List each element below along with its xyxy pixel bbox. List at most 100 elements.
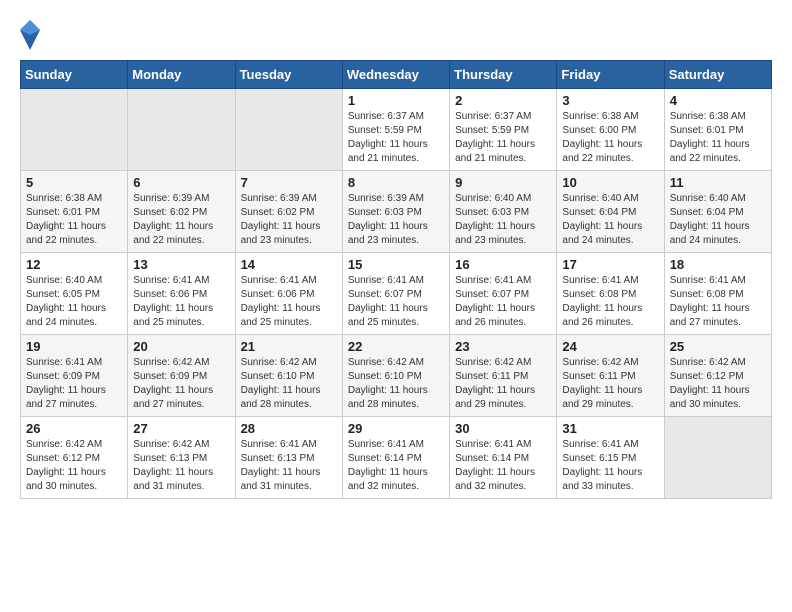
day-number: 13 xyxy=(133,257,229,272)
day-info: Sunrise: 6:42 AM Sunset: 6:12 PM Dayligh… xyxy=(26,438,122,494)
day-info: Sunrise: 6:41 AM Sunset: 6:08 PM Dayligh… xyxy=(670,274,766,330)
day-info: Sunrise: 6:39 AM Sunset: 6:03 PM Dayligh… xyxy=(348,192,444,248)
day-number: 15 xyxy=(348,257,444,272)
calendar-cell: 11 Sunrise: 6:40 AM Sunset: 6:04 PM Dayli… xyxy=(664,171,771,253)
day-number: 7 xyxy=(241,175,337,190)
day-info: Sunrise: 6:40 AM Sunset: 6:04 PM Dayligh… xyxy=(562,192,658,248)
calendar-cell: 26 Sunrise: 6:42 AM Sunset: 6:12 PM Dayli… xyxy=(21,417,128,499)
day-info: Sunrise: 6:40 AM Sunset: 6:04 PM Dayligh… xyxy=(670,192,766,248)
day-number: 2 xyxy=(455,93,551,108)
calendar-cell xyxy=(21,89,128,171)
calendar-cell: 7Sunrise: 6:39 AM Sunset: 6:02 PM Daylig… xyxy=(235,171,342,253)
weekday-header-friday: Friday xyxy=(557,61,664,89)
day-number: 12 xyxy=(26,257,122,272)
day-info: Sunrise: 6:42 AM Sunset: 6:12 PM Dayligh… xyxy=(670,356,766,412)
day-info: Sunrise: 6:41 AM Sunset: 6:15 PM Dayligh… xyxy=(562,438,658,494)
calendar-cell: 13 Sunrise: 6:41 AM Sunset: 6:06 PM Dayli… xyxy=(128,253,235,335)
calendar-cell: 27 Sunrise: 6:42 AM Sunset: 6:13 PM Dayli… xyxy=(128,417,235,499)
day-number: 19 xyxy=(26,339,122,354)
day-number: 4 xyxy=(670,93,766,108)
day-info: Sunrise: 6:40 AM Sunset: 6:05 PM Dayligh… xyxy=(26,274,122,330)
week-row-1: 5Sunrise: 6:38 AM Sunset: 6:01 PM Daylig… xyxy=(21,171,772,253)
week-row-0: 1 Sunrise: 6:37 AM Sunset: 5:59 PM Daylig… xyxy=(21,89,772,171)
day-info: Sunrise: 6:41 AM Sunset: 6:14 PM Dayligh… xyxy=(455,438,551,494)
day-info: Sunrise: 6:42 AM Sunset: 6:11 PM Dayligh… xyxy=(455,356,551,412)
calendar-cell: 22 Sunrise: 6:42 AM Sunset: 6:10 PM Dayli… xyxy=(342,335,449,417)
day-number: 30 xyxy=(455,421,551,436)
day-info: Sunrise: 6:41 AM Sunset: 6:08 PM Dayligh… xyxy=(562,274,658,330)
calendar-cell: 2 Sunrise: 6:37 AM Sunset: 5:59 PM Daylig… xyxy=(450,89,557,171)
calendar-cell: 17 Sunrise: 6:41 AM Sunset: 6:08 PM Dayli… xyxy=(557,253,664,335)
day-info: Sunrise: 6:42 AM Sunset: 6:11 PM Dayligh… xyxy=(562,356,658,412)
day-number: 21 xyxy=(241,339,337,354)
calendar-cell: 15 Sunrise: 6:41 AM Sunset: 6:07 PM Dayli… xyxy=(342,253,449,335)
day-info: Sunrise: 6:38 AM Sunset: 6:00 PM Dayligh… xyxy=(562,110,658,166)
weekday-header-thursday: Thursday xyxy=(450,61,557,89)
day-info: Sunrise: 6:42 AM Sunset: 6:10 PM Dayligh… xyxy=(348,356,444,412)
calendar-cell xyxy=(664,417,771,499)
day-number: 18 xyxy=(670,257,766,272)
day-number: 28 xyxy=(241,421,337,436)
calendar-cell: 24 Sunrise: 6:42 AM Sunset: 6:11 PM Dayli… xyxy=(557,335,664,417)
day-number: 17 xyxy=(562,257,658,272)
calendar-cell: 6 Sunrise: 6:39 AM Sunset: 6:02 PM Daylig… xyxy=(128,171,235,253)
calendar-cell: 19Sunrise: 6:41 AM Sunset: 6:09 PM Dayli… xyxy=(21,335,128,417)
calendar-cell: 5Sunrise: 6:38 AM Sunset: 6:01 PM Daylig… xyxy=(21,171,128,253)
logo xyxy=(20,20,42,50)
calendar-cell: 29 Sunrise: 6:41 AM Sunset: 6:14 PM Dayli… xyxy=(342,417,449,499)
weekday-header-sunday: Sunday xyxy=(21,61,128,89)
calendar-cell: 9 Sunrise: 6:40 AM Sunset: 6:03 PM Daylig… xyxy=(450,171,557,253)
day-number: 14 xyxy=(241,257,337,272)
calendar-cell: 14 Sunrise: 6:41 AM Sunset: 6:06 PM Dayli… xyxy=(235,253,342,335)
day-number: 9 xyxy=(455,175,551,190)
day-number: 11 xyxy=(670,175,766,190)
calendar-cell: 28 Sunrise: 6:41 AM Sunset: 6:13 PM Dayli… xyxy=(235,417,342,499)
calendar-cell: 8 Sunrise: 6:39 AM Sunset: 6:03 PM Daylig… xyxy=(342,171,449,253)
day-number: 23 xyxy=(455,339,551,354)
weekday-header-tuesday: Tuesday xyxy=(235,61,342,89)
calendar-cell: 25Sunrise: 6:42 AM Sunset: 6:12 PM Dayli… xyxy=(664,335,771,417)
day-number: 29 xyxy=(348,421,444,436)
day-info: Sunrise: 6:37 AM Sunset: 5:59 PM Dayligh… xyxy=(455,110,551,166)
day-info: Sunrise: 6:40 AM Sunset: 6:03 PM Dayligh… xyxy=(455,192,551,248)
day-number: 1 xyxy=(348,93,444,108)
calendar-cell: 31 Sunrise: 6:41 AM Sunset: 6:15 PM Dayli… xyxy=(557,417,664,499)
calendar-cell: 12 Sunrise: 6:40 AM Sunset: 6:05 PM Dayli… xyxy=(21,253,128,335)
day-info: Sunrise: 6:41 AM Sunset: 6:07 PM Dayligh… xyxy=(348,274,444,330)
day-number: 8 xyxy=(348,175,444,190)
week-row-4: 26 Sunrise: 6:42 AM Sunset: 6:12 PM Dayli… xyxy=(21,417,772,499)
calendar-cell: 30 Sunrise: 6:41 AM Sunset: 6:14 PM Dayli… xyxy=(450,417,557,499)
day-number: 16 xyxy=(455,257,551,272)
day-number: 10 xyxy=(562,175,658,190)
day-info: Sunrise: 6:42 AM Sunset: 6:13 PM Dayligh… xyxy=(133,438,229,494)
day-info: Sunrise: 6:42 AM Sunset: 6:09 PM Dayligh… xyxy=(133,356,229,412)
day-info: Sunrise: 6:41 AM Sunset: 6:14 PM Dayligh… xyxy=(348,438,444,494)
calendar-cell: 20Sunrise: 6:42 AM Sunset: 6:09 PM Dayli… xyxy=(128,335,235,417)
day-number: 27 xyxy=(133,421,229,436)
calendar-cell: 4 Sunrise: 6:38 AM Sunset: 6:01 PM Daylig… xyxy=(664,89,771,171)
day-info: Sunrise: 6:37 AM Sunset: 5:59 PM Dayligh… xyxy=(348,110,444,166)
weekday-header-wednesday: Wednesday xyxy=(342,61,449,89)
calendar-cell xyxy=(235,89,342,171)
calendar-cell: 10 Sunrise: 6:40 AM Sunset: 6:04 PM Dayli… xyxy=(557,171,664,253)
weekday-header-saturday: Saturday xyxy=(664,61,771,89)
day-info: Sunrise: 6:41 AM Sunset: 6:06 PM Dayligh… xyxy=(241,274,337,330)
calendar-cell xyxy=(128,89,235,171)
weekday-header-monday: Monday xyxy=(128,61,235,89)
day-number: 31 xyxy=(562,421,658,436)
day-info: Sunrise: 6:41 AM Sunset: 6:06 PM Dayligh… xyxy=(133,274,229,330)
day-info: Sunrise: 6:41 AM Sunset: 6:13 PM Dayligh… xyxy=(241,438,337,494)
day-info: Sunrise: 6:38 AM Sunset: 6:01 PM Dayligh… xyxy=(670,110,766,166)
weekday-header-row: SundayMondayTuesdayWednesdayThursdayFrid… xyxy=(21,61,772,89)
day-info: Sunrise: 6:39 AM Sunset: 6:02 PM Dayligh… xyxy=(133,192,229,248)
day-number: 24 xyxy=(562,339,658,354)
page: SundayMondayTuesdayWednesdayThursdayFrid… xyxy=(0,0,792,509)
calendar-cell: 23 Sunrise: 6:42 AM Sunset: 6:11 PM Dayli… xyxy=(450,335,557,417)
header xyxy=(20,20,772,50)
day-number: 22 xyxy=(348,339,444,354)
calendar-cell: 1 Sunrise: 6:37 AM Sunset: 5:59 PM Daylig… xyxy=(342,89,449,171)
week-row-3: 19Sunrise: 6:41 AM Sunset: 6:09 PM Dayli… xyxy=(21,335,772,417)
day-number: 6 xyxy=(133,175,229,190)
day-info: Sunrise: 6:42 AM Sunset: 6:10 PM Dayligh… xyxy=(241,356,337,412)
day-number: 26 xyxy=(26,421,122,436)
